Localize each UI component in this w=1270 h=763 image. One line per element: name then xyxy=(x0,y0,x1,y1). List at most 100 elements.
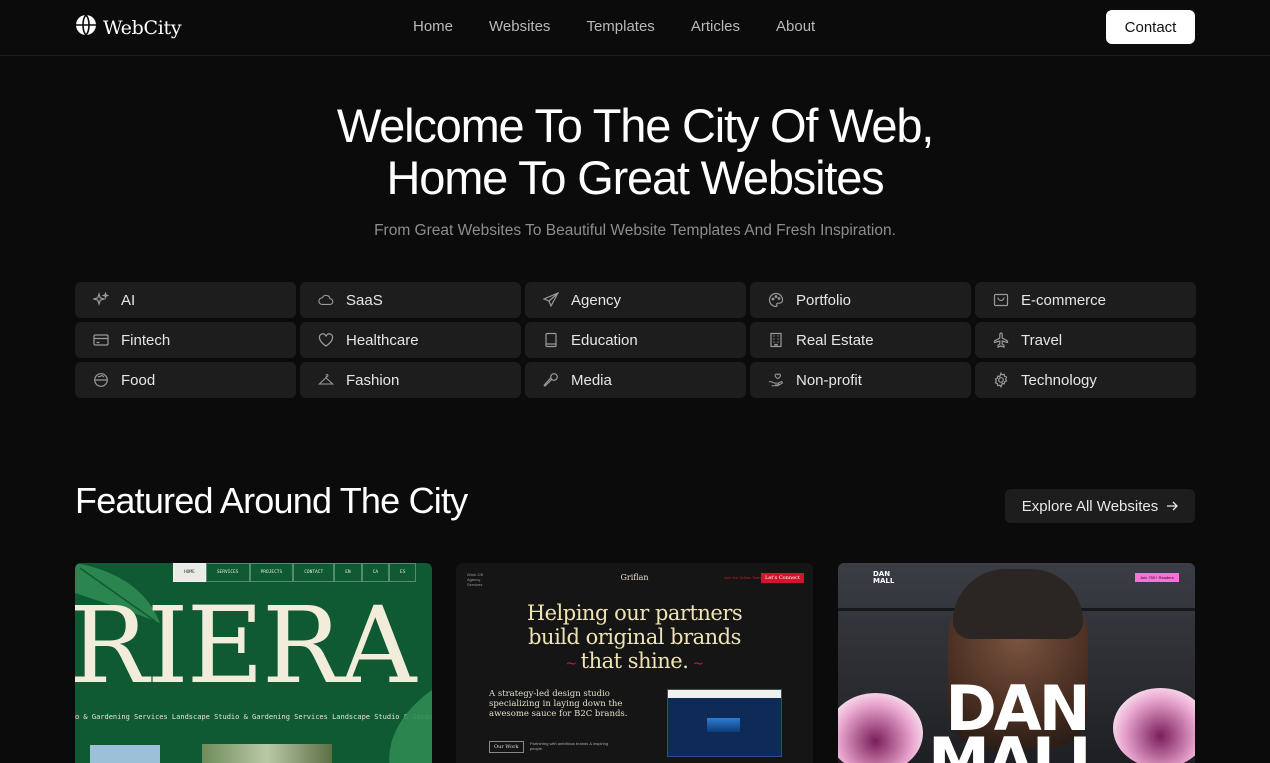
griflan-headline-line: that shine. xyxy=(580,649,689,673)
hero-title-line-2: Home To Great Websites xyxy=(386,151,885,204)
nav-link-articles[interactable]: Articles xyxy=(691,18,740,35)
top-nav: WebCity Home Websites Templates Articles… xyxy=(0,0,1270,56)
contact-button[interactable]: Contact xyxy=(1106,10,1195,44)
category-travel[interactable]: Travel xyxy=(975,322,1196,358)
category-fintech[interactable]: Fintech xyxy=(75,322,296,358)
cloud-icon xyxy=(318,292,334,308)
nav-link-about[interactable]: About xyxy=(776,18,815,35)
nav-links: Home Websites Templates Articles About xyxy=(413,18,815,35)
riera-nav-item: CONTACT xyxy=(293,563,335,582)
category-label: Education xyxy=(571,331,638,349)
category-saas[interactable]: SaaS xyxy=(300,282,521,318)
squiggle-icon: ~ xyxy=(565,656,581,672)
griflan-cta: Let's Connect xyxy=(761,573,804,583)
sparkle-icon xyxy=(93,292,109,308)
category-label: SaaS xyxy=(346,291,383,309)
category-education[interactable]: Education xyxy=(525,322,746,358)
riera-nav-item: PROJECTS xyxy=(249,563,294,582)
category-label: AI xyxy=(121,291,136,309)
category-label: Technology xyxy=(1021,371,1097,389)
category-technology[interactable]: Technology xyxy=(975,362,1196,398)
hanger-icon xyxy=(318,372,334,388)
dan-mall-name-line: MALL xyxy=(928,724,1108,763)
airplane-icon xyxy=(993,332,1009,348)
palette-icon xyxy=(768,292,784,308)
category-label: E-commerce xyxy=(1021,291,1107,309)
explore-label: Explore All Websites xyxy=(1021,497,1159,515)
griflan-screenshot-content xyxy=(707,718,740,732)
building-icon xyxy=(768,332,784,348)
category-label: Healthcare xyxy=(346,331,419,349)
category-label: Agency xyxy=(571,291,622,309)
category-label: Non-profit xyxy=(796,371,862,389)
riera-nav-item: HOME xyxy=(173,563,206,582)
category-portfolio[interactable]: Portfolio xyxy=(750,282,971,318)
nav-link-home[interactable]: Home xyxy=(413,18,453,35)
food-bowl-icon xyxy=(93,372,109,388)
griflan-join-link: Join the Griflan Team xyxy=(724,575,762,580)
hero-subtitle: From Great Websites To Beautiful Website… xyxy=(374,222,896,239)
griflan-our-work-button: Our Work xyxy=(489,741,524,753)
category-label: Fashion xyxy=(346,371,400,389)
griflan-screenshot xyxy=(667,689,782,757)
category-ai[interactable]: AI xyxy=(75,282,296,318)
category-label: Food xyxy=(121,371,156,389)
griflan-screenshot-bar xyxy=(668,690,781,698)
riera-nav-item: EN xyxy=(334,563,362,582)
category-healthcare[interactable]: Healthcare xyxy=(300,322,521,358)
category-agency[interactable]: Agency xyxy=(525,282,746,318)
dan-mall-logo-line: MALL xyxy=(873,577,895,585)
category-label: Travel xyxy=(1021,331,1063,349)
riera-wordmark: RIERA xyxy=(75,584,416,707)
riera-photo xyxy=(90,745,160,763)
credit-card-icon xyxy=(93,332,109,348)
griflan-small-text: Partnering with ambitious brands & inspi… xyxy=(530,741,609,751)
squiggle-icon: ~ xyxy=(688,656,704,672)
category-label: Portfolio xyxy=(796,291,852,309)
category-grid: AI SaaS Agency Portfolio E-commerce Fint… xyxy=(75,282,1196,398)
dan-mall-logo: DAN MALL xyxy=(873,571,894,585)
arrow-right-icon xyxy=(1166,498,1179,515)
hero-title-line-1: Welcome To The City Of Web, xyxy=(336,99,934,152)
riera-nav-item: ES xyxy=(389,563,417,582)
category-real-estate[interactable]: Real Estate xyxy=(750,322,971,358)
category-label: Media xyxy=(571,371,612,389)
griflan-headline-line: build original brands xyxy=(528,625,741,649)
category-non-profit[interactable]: Non-profit xyxy=(750,362,971,398)
category-food[interactable]: Food xyxy=(75,362,296,398)
dan-mall-name: DAN MALL xyxy=(838,678,1195,763)
book-icon xyxy=(543,332,559,348)
logo[interactable]: WebCity xyxy=(75,14,182,41)
nav-link-websites[interactable]: Websites xyxy=(489,18,550,35)
featured-card-dan-mall[interactable]: DAN MALL Latest Portfolio Join 750+ Read… xyxy=(838,563,1195,763)
category-media[interactable]: Media xyxy=(525,362,746,398)
heart-icon xyxy=(318,332,334,348)
dan-mall-tag: Join 750+ Readers xyxy=(1135,573,1179,582)
paper-plane-icon xyxy=(543,292,559,308)
riera-nav-item: SERVICES xyxy=(205,563,250,582)
griflan-headline-line-3: ~ that shine. ~ xyxy=(456,649,813,676)
hero-title: Welcome To The City Of Web, Home To Grea… xyxy=(0,100,1270,204)
category-ecommerce[interactable]: E-commerce xyxy=(975,282,1196,318)
griflan-headline-line: Helping our partners xyxy=(526,601,743,625)
featured-title: Featured Around The City xyxy=(75,480,468,521)
hand-heart-icon xyxy=(768,372,784,388)
griflan-meta: Services xyxy=(467,582,483,587)
nav-link-templates[interactable]: Templates xyxy=(586,18,654,35)
explore-all-websites-button[interactable]: Explore All Websites xyxy=(1005,489,1195,523)
leaf-decoration xyxy=(389,690,432,763)
logo-text: WebCity xyxy=(103,16,182,39)
globe-icon xyxy=(75,14,97,41)
griflan-body: A strategy-led design studio specializin… xyxy=(489,689,628,719)
riera-photo xyxy=(202,744,332,763)
riera-nav: HOME SERVICES PROJECTS CONTACT EN CA ES xyxy=(173,563,417,582)
featured-card-riera[interactable]: HOME SERVICES PROJECTS CONTACT EN CA ES … xyxy=(75,563,432,763)
gear-icon xyxy=(993,372,1009,388)
featured-card-griflan[interactable]: Work 2/8 Agency Services Griflan Join th… xyxy=(456,563,813,763)
riera-nav-item: CA xyxy=(361,563,390,582)
category-label: Real Estate xyxy=(796,331,874,349)
category-fashion[interactable]: Fashion xyxy=(300,362,521,398)
microphone-icon xyxy=(543,372,559,388)
griflan-headline: Helping our partners build original bran… xyxy=(456,601,813,676)
category-label: Fintech xyxy=(121,331,171,349)
